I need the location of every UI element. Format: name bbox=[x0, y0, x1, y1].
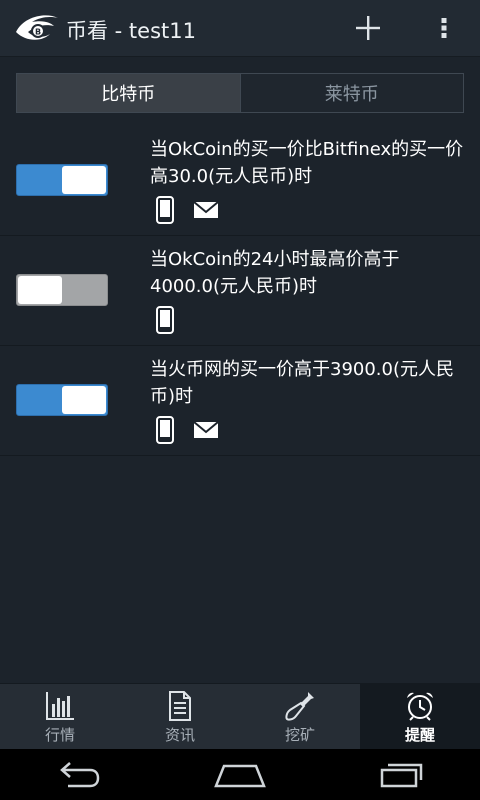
notify-icons bbox=[155, 416, 219, 444]
alert-row[interactable]: 当OkCoin的买一价比Bitfinex的买一价高30.0(元人民币)时 bbox=[0, 126, 480, 236]
eye-logo-icon[interactable]: B bbox=[14, 12, 60, 44]
plus-icon[interactable] bbox=[350, 10, 386, 46]
coin-tabs: 比特币 莱特币 bbox=[16, 73, 464, 113]
alert-toggle[interactable] bbox=[16, 164, 108, 196]
alert-text: 当OkCoin的买一价比Bitfinex的买一价高30.0(元人民币)时 bbox=[150, 139, 464, 187]
toggle-knob bbox=[18, 276, 62, 304]
nav-label: 资讯 bbox=[164, 726, 195, 744]
alert-row[interactable]: 当OkCoin的24小时最高价高于4000.0(元人民币)时 bbox=[0, 236, 480, 346]
svg-text:B: B bbox=[35, 28, 41, 37]
nav-market[interactable]: 行情 bbox=[0, 684, 120, 750]
toggle-knob bbox=[62, 386, 106, 414]
toggle-knob bbox=[62, 166, 106, 194]
app-title: 币看 - test11 bbox=[66, 19, 196, 43]
shovel-icon bbox=[285, 692, 314, 721]
alert-text: 当OkCoin的24小时最高价高于4000.0(元人民币)时 bbox=[150, 249, 400, 297]
mail-icon bbox=[193, 421, 219, 438]
phone-icon bbox=[156, 306, 174, 334]
home-icon[interactable] bbox=[212, 760, 268, 790]
alarm-clock-icon bbox=[407, 692, 433, 721]
alert-row[interactable]: 当火币网的买一价高于3900.0(元人民币)时 bbox=[0, 346, 480, 456]
nav-news[interactable]: 资讯 bbox=[120, 684, 240, 750]
tab-bitcoin[interactable]: 比特币 bbox=[17, 74, 240, 112]
back-icon[interactable] bbox=[54, 760, 104, 790]
nav-label: 挖矿 bbox=[284, 726, 315, 744]
alert-toggle[interactable] bbox=[16, 274, 108, 306]
document-icon bbox=[169, 691, 191, 721]
system-nav-bar bbox=[0, 749, 480, 800]
alert-list: 当OkCoin的买一价比Bitfinex的买一价高30.0(元人民币)时 当Ok… bbox=[0, 126, 480, 456]
phone-icon bbox=[156, 196, 174, 224]
phone-icon bbox=[156, 416, 174, 444]
mail-icon bbox=[193, 201, 219, 218]
notify-icons bbox=[155, 196, 219, 224]
overflow-menu-icon[interactable] bbox=[432, 12, 456, 44]
tab-litecoin[interactable]: 莱特币 bbox=[239, 74, 463, 112]
nav-label: 提醒 bbox=[404, 726, 435, 744]
nav-alerts[interactable]: 提醒 bbox=[360, 684, 480, 750]
nav-label: 行情 bbox=[44, 726, 75, 744]
alert-toggle[interactable] bbox=[16, 384, 108, 416]
bottom-nav: 行情 资讯 挖矿 提醒 bbox=[0, 683, 480, 750]
app-bar: B 币看 - test11 bbox=[0, 0, 480, 57]
recent-apps-icon[interactable] bbox=[376, 760, 426, 790]
chart-bars-icon bbox=[46, 692, 74, 720]
notify-icons bbox=[155, 306, 175, 334]
alert-text: 当火币网的买一价高于3900.0(元人民币)时 bbox=[150, 359, 455, 407]
nav-mining[interactable]: 挖矿 bbox=[240, 684, 360, 750]
